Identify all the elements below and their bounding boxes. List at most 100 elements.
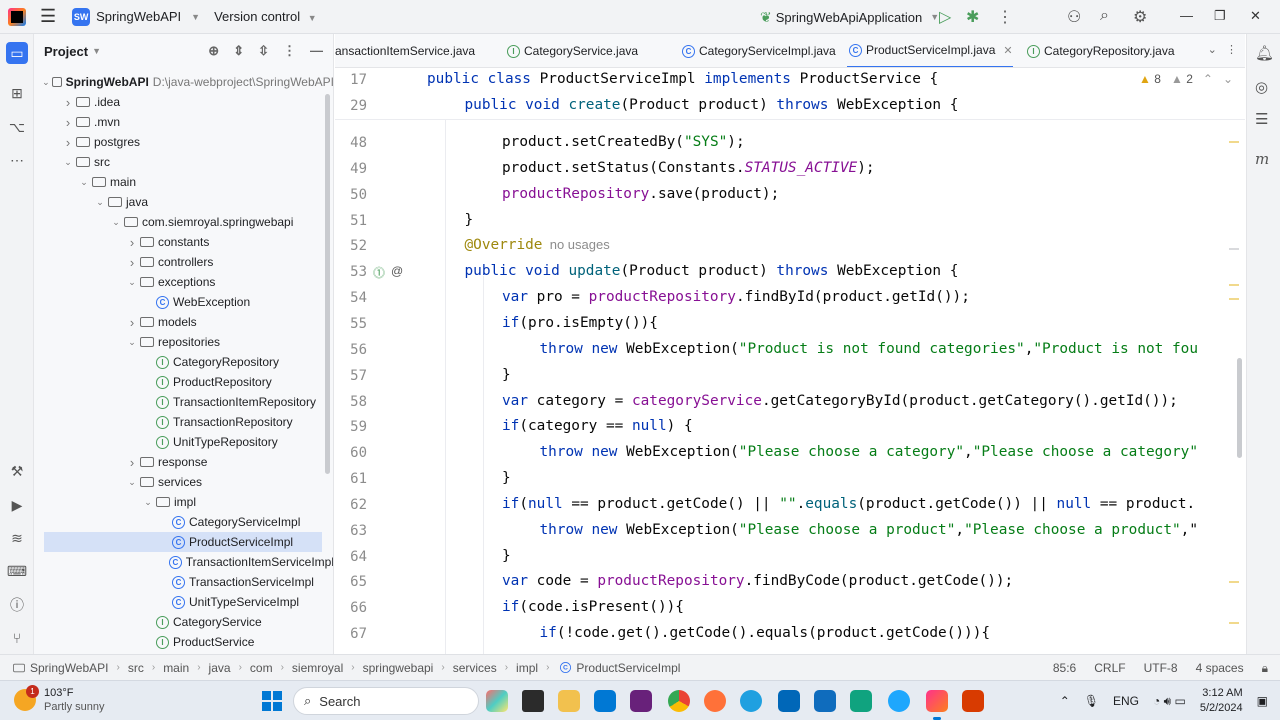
weather-widget[interactable]: 1 103°F Partly sunny <box>14 685 105 714</box>
tree-item[interactable]: › controllers <box>34 252 333 272</box>
chevron-down-icon[interactable]: ⌄ <box>42 77 50 88</box>
mail-icon[interactable] <box>814 690 836 712</box>
tree-item[interactable]: ⌄ impl <box>34 492 333 512</box>
notifications-icon[interactable]: 🔔︎ <box>1255 44 1274 62</box>
tabs-overflow-icon[interactable]: ⌄ ⋮ <box>1208 43 1237 56</box>
breadcrumb-item[interactable]: java <box>209 661 231 675</box>
store-icon[interactable] <box>778 690 800 712</box>
tree-item[interactable]: C UnitTypeServiceImpl <box>34 592 333 612</box>
tree-item[interactable]: ⌄ repositories <box>34 332 333 352</box>
tree-item[interactable]: ⌄ src <box>34 152 333 172</box>
edge-icon[interactable] <box>740 690 762 712</box>
chevron-right-icon[interactable]: › <box>126 255 138 270</box>
tree-item[interactable]: C TransactionServiceImpl <box>34 572 333 592</box>
tree-item[interactable]: I UnitTypeRepository <box>34 432 333 452</box>
vscode-icon[interactable] <box>594 690 616 712</box>
indent-setting[interactable]: 4 spaces <box>1196 661 1244 675</box>
app-icon[interactable] <box>850 690 872 712</box>
hide-panel-icon[interactable]: — <box>310 43 323 59</box>
git-icon[interactable]: ⑂ <box>6 627 28 649</box>
chevron-right-icon[interactable]: › <box>126 455 138 470</box>
breadcrumb-item[interactable]: springwebapi <box>363 661 434 675</box>
breadcrumb-item[interactable]: siemroyal <box>292 661 343 675</box>
options-icon[interactable]: ⋮ <box>283 43 296 59</box>
add-user-icon[interactable]: ⚇ <box>1067 7 1081 27</box>
caret-position[interactable]: 85:6 <box>1053 661 1076 675</box>
app-icon[interactable] <box>962 690 984 712</box>
prev-highlight-icon[interactable]: ⌃ <box>1203 72 1213 86</box>
inspection-widget[interactable]: ▲ 8 ▲ 2 ⌃ ⌄ <box>1139 72 1233 86</box>
warning-marker[interactable] <box>1229 141 1239 143</box>
code-editor[interactable]: ▲ 8 ▲ 2 ⌃ ⌄ 17 public class ProductServic… <box>335 68 1245 654</box>
problems-icon[interactable]: ⓘ <box>6 594 28 616</box>
visual-studio-icon[interactable] <box>630 690 652 712</box>
network-volume-icons[interactable]: ◔ 🔊︎ ▭ <box>1153 694 1186 709</box>
locate-file-icon[interactable]: ⊕ <box>208 43 219 59</box>
editor-tab[interactable]: C ProductServiceImpl.java ✕ <box>847 34 1013 67</box>
chevron-down-icon[interactable]: ⌄ <box>110 217 122 228</box>
chevron-right-icon[interactable]: › <box>62 95 74 110</box>
project-tool-icon[interactable]: ▭ <box>6 42 28 64</box>
breadcrumb-item[interactable]: impl <box>516 661 538 675</box>
expand-all-icon[interactable]: ⇕ <box>233 43 244 59</box>
collapse-all-icon[interactable]: ⇳ <box>258 43 269 59</box>
warning-marker[interactable] <box>1229 248 1239 250</box>
settings-gear-icon[interactable]: ⚙ <box>1133 7 1147 27</box>
chevron-up-icon[interactable]: ⌃ <box>1060 694 1070 708</box>
tree-item[interactable]: ⌄ java <box>34 192 333 212</box>
structure-tool-icon[interactable]: ⊞ <box>6 82 28 104</box>
microphone-icon[interactable]: 🎙︎ <box>1084 694 1099 708</box>
tree-item[interactable]: I TransactionRepository <box>34 412 333 432</box>
file-encoding[interactable]: UTF-8 <box>1144 661 1178 675</box>
chevron-down-icon[interactable]: ⌄ <box>126 477 138 488</box>
app-icon[interactable] <box>888 690 910 712</box>
project-panel-header[interactable]: Project ▼ ⊕ ⇕ ⇳ ⋮ — <box>34 34 333 68</box>
close-tab-icon[interactable]: ✕ <box>1003 44 1012 57</box>
tree-item[interactable]: ⌄ main <box>34 172 333 192</box>
layers-icon[interactable]: ≋ <box>6 527 28 549</box>
lock-icon[interactable]: 🔒︎ <box>1262 661 1268 676</box>
tree-item[interactable]: I CategoryService <box>34 612 333 632</box>
run-config-selector[interactable]: ❦ SpringWebApiApplication ▼ <box>760 0 939 34</box>
tree-item[interactable]: › .mvn <box>34 112 333 132</box>
notification-center-icon[interactable]: ▣ <box>1257 694 1268 708</box>
line-separator[interactable]: CRLF <box>1094 661 1125 675</box>
chevron-down-icon[interactable]: ⌄ <box>126 337 138 348</box>
minimize-button[interactable]: — <box>1180 8 1193 23</box>
warning-marker[interactable] <box>1229 581 1239 583</box>
chevron-down-icon[interactable]: ⌄ <box>62 157 74 168</box>
editor-tab[interactable]: I CategoryService.java <box>505 34 638 67</box>
next-highlight-icon[interactable]: ⌄ <box>1223 72 1233 86</box>
breadcrumb-item[interactable]: ProductServiceImpl <box>576 661 680 675</box>
search-icon[interactable]: ⌕ <box>1100 7 1109 25</box>
tree-item[interactable]: C TransactionItemServiceImpl <box>34 552 333 572</box>
warning-marker[interactable] <box>1229 622 1239 624</box>
file-explorer-icon[interactable] <box>558 690 580 712</box>
annotation-gutter-icon[interactable]: @ <box>391 264 403 278</box>
tree-item[interactable]: ⌄ exceptions <box>34 272 333 292</box>
windows-start-icon[interactable] <box>262 691 282 711</box>
build-hammer-icon[interactable]: ⚒ <box>6 460 28 482</box>
more-actions-icon[interactable]: ⋮ <box>997 7 1013 27</box>
chevron-down-icon[interactable]: ⌄ <box>142 497 154 508</box>
more-tools-icon[interactable]: ⋯ <box>6 149 28 171</box>
editor-tab[interactable]: C CategoryServiceImpl.java <box>680 34 836 67</box>
pull-requests-icon[interactable]: ⌥ <box>6 116 28 138</box>
tree-item[interactable]: › response <box>34 452 333 472</box>
input-language[interactable]: ENG <box>1113 694 1139 708</box>
database-icon[interactable]: ☰ <box>1255 110 1268 128</box>
breadcrumb-item[interactable]: SpringWebAPI <box>30 661 109 675</box>
intellij-logo-icon[interactable] <box>8 7 26 26</box>
chevron-down-icon[interactable]: ⌄ <box>94 197 106 208</box>
warning-marker[interactable] <box>1229 284 1239 286</box>
services-icon[interactable]: ▶ <box>6 494 28 516</box>
version-control-menu[interactable]: Version control ▼ <box>214 9 317 24</box>
taskbar-search[interactable]: ⌕ Search <box>293 687 479 715</box>
breadcrumb-item[interactable]: services <box>453 661 497 675</box>
tree-item[interactable]: ⌄ SpringWebAPI D:\java-webproject\SpringWe… <box>34 72 333 92</box>
tree-item[interactable]: › constants <box>34 232 333 252</box>
tree-item[interactable]: › .idea <box>34 92 333 112</box>
debug-icon[interactable]: ✱ <box>966 7 979 27</box>
breadcrumb-item[interactable]: main <box>163 661 189 675</box>
main-menu-icon[interactable]: ☰ <box>40 6 56 27</box>
